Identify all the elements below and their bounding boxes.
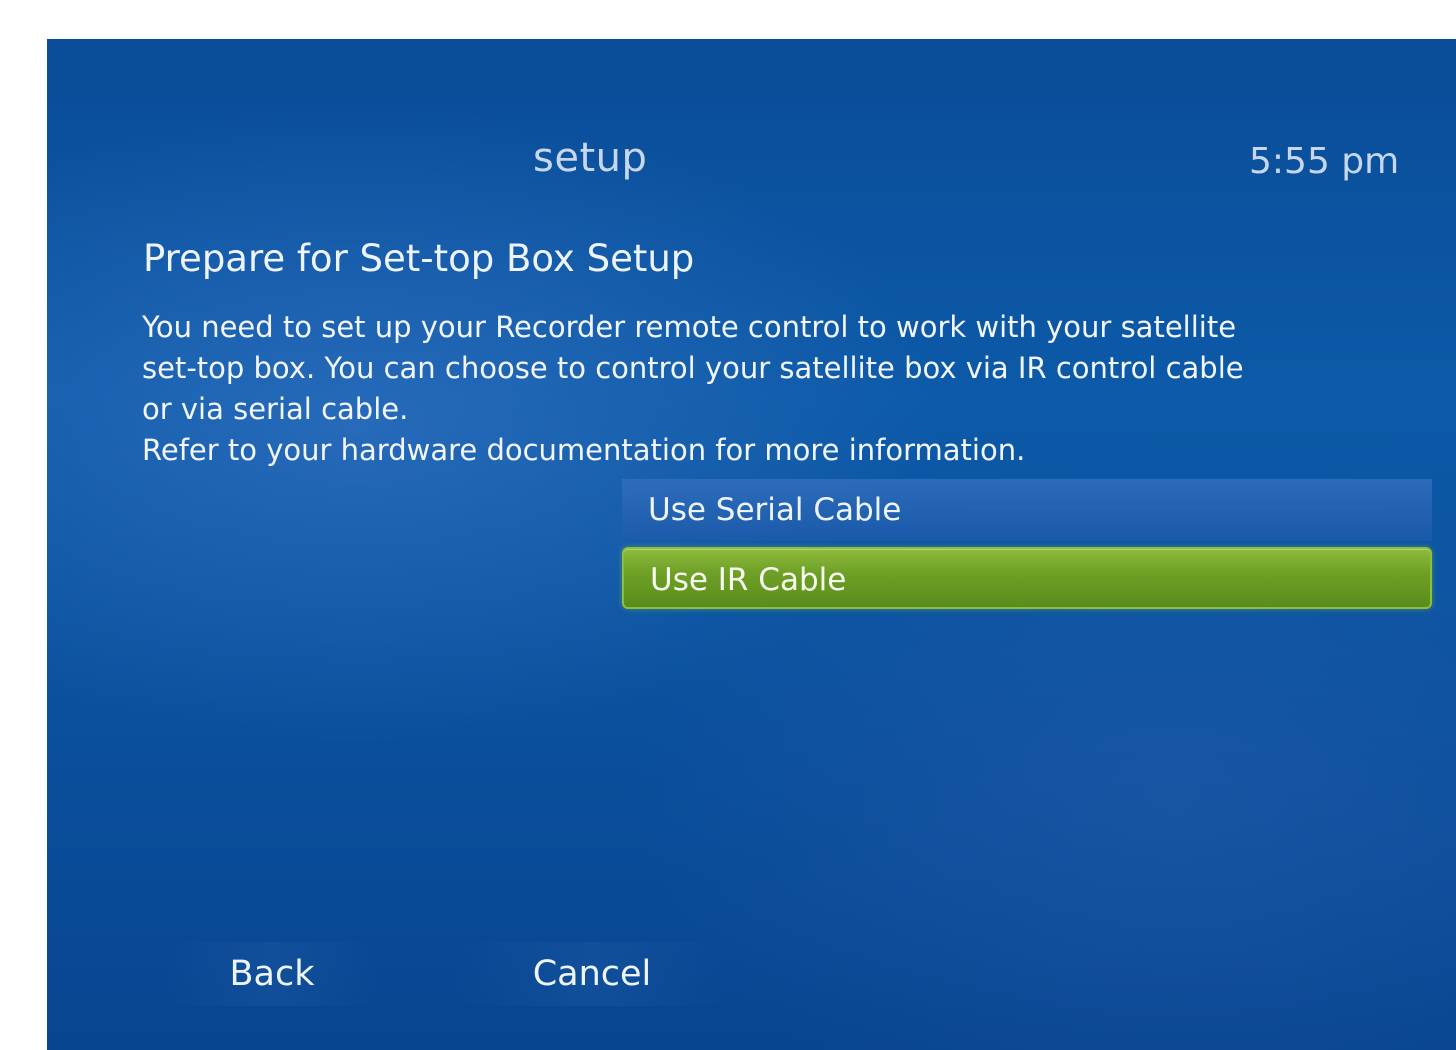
use-ir-cable-option[interactable]: Use IR Cable: [622, 547, 1432, 609]
instructions-line: or via serial cable.: [142, 392, 409, 426]
instructions-line: set-top box. You can choose to control y…: [142, 351, 1244, 385]
cancel-button[interactable]: Cancel: [457, 942, 727, 1006]
clock: 5:55 pm: [1249, 141, 1400, 182]
section-heading: Prepare for Set-top Box Setup: [143, 237, 695, 280]
instructions-line: You need to set up your Recorder remote …: [142, 310, 1237, 344]
use-serial-cable-option[interactable]: Use Serial Cable: [622, 479, 1432, 541]
page-title: setup: [533, 135, 648, 181]
instructions-text: You need to set up your Recorder remote …: [142, 307, 1422, 471]
media-center-screen: setup 5:55 pm Prepare for Set-top Box Se…: [47, 39, 1456, 1050]
back-button[interactable]: Back: [167, 942, 377, 1006]
instructions-line: Refer to your hardware documentation for…: [142, 433, 1026, 467]
